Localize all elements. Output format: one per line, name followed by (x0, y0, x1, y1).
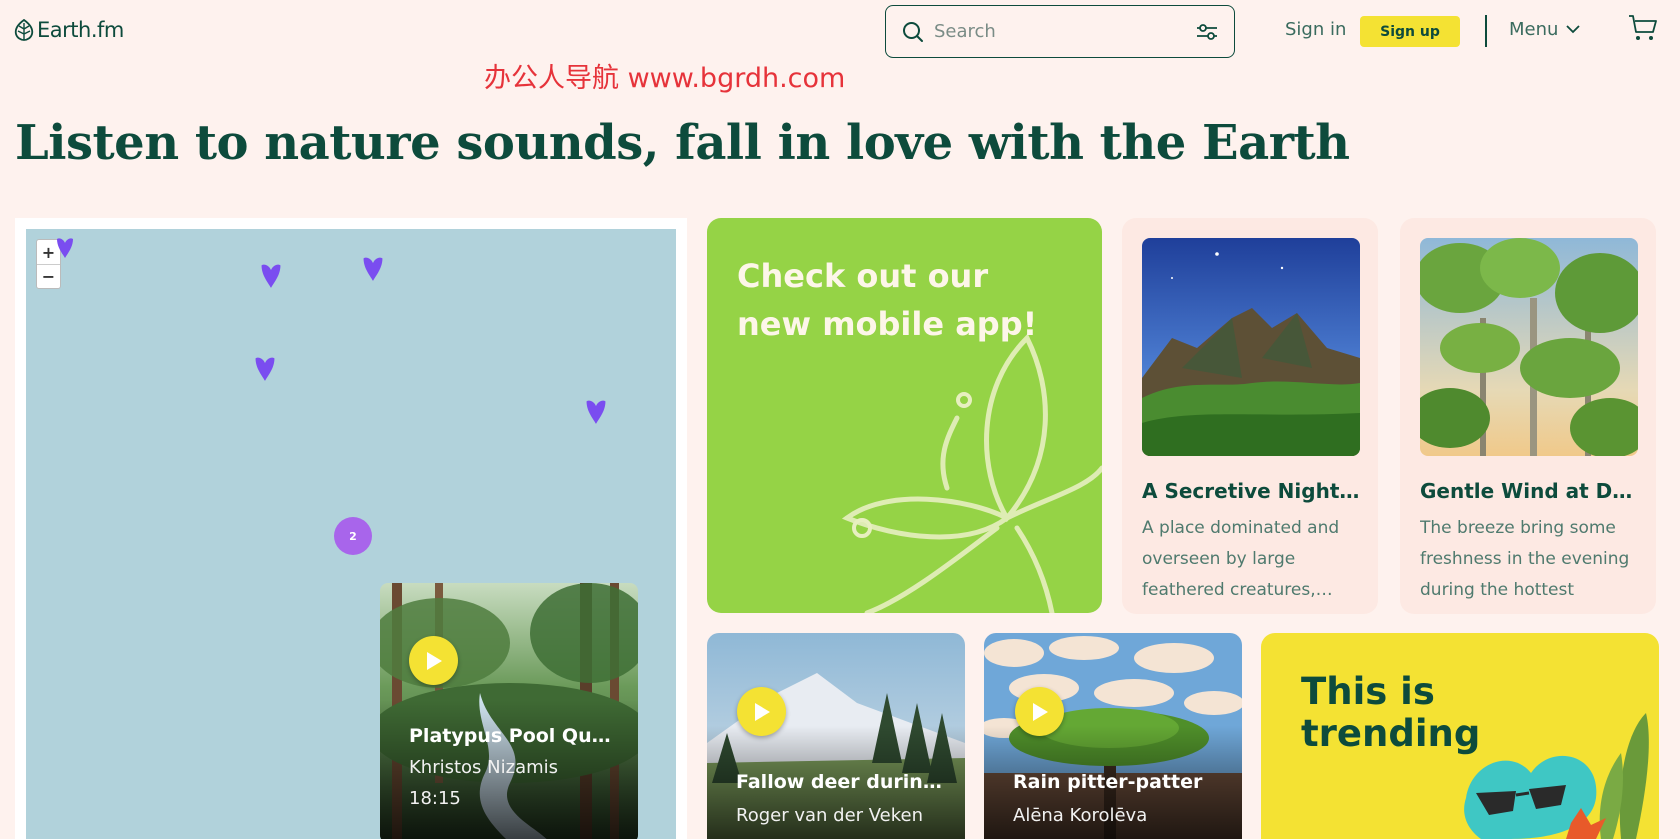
story-image (1142, 238, 1360, 456)
menu-label: Menu (1509, 19, 1559, 40)
track-author: Alēna Korolēva (1013, 805, 1148, 826)
map-track-card[interactable]: Platypus Pool Quie… Khristos Nizamis 18:… (380, 583, 638, 839)
search-bar (885, 5, 1235, 58)
cart-icon[interactable] (1628, 13, 1658, 43)
sign-up-button[interactable]: Sign up (1360, 16, 1460, 47)
sound-map[interactable]: + − 2 Platypus Pool Quie… Khristos Nizam… (26, 229, 676, 839)
zoom-out-button[interactable]: − (37, 264, 60, 288)
story-card[interactable]: A Secretive Night in a… A place dominate… (1122, 218, 1378, 614)
play-button[interactable] (737, 687, 786, 736)
trending-card[interactable]: This is trending (1261, 633, 1659, 839)
header-divider (1485, 15, 1487, 47)
map-pin-icon[interactable] (585, 399, 607, 425)
map-pin-icon[interactable] (254, 356, 276, 382)
search-input[interactable] (934, 21, 1196, 42)
track-author: Roger van der Veken (736, 805, 924, 826)
map-pin-icon[interactable] (260, 263, 282, 289)
play-button[interactable] (1015, 687, 1064, 736)
chevron-down-icon (1566, 25, 1581, 34)
leaf-logo-icon (14, 19, 34, 41)
play-icon (1032, 702, 1048, 721)
story-title: Gentle Wind at Dusk i… (1420, 479, 1640, 503)
story-card[interactable]: Gentle Wind at Dusk i… The breeze bring … (1400, 218, 1656, 614)
track-author: Khristos Nizamis (409, 757, 559, 778)
trending-line-2: trending (1301, 712, 1481, 755)
track-title: Platypus Pool Quie… (409, 725, 614, 747)
play-icon (426, 651, 442, 670)
promo-heading: Check out our new mobile app! (737, 257, 1038, 343)
search-icon (903, 21, 923, 42)
track-card[interactable]: Fallow deer during … Roger van der Veken (707, 633, 965, 839)
filter-icon[interactable] (1196, 22, 1218, 42)
map-pin-icon[interactable] (362, 256, 384, 282)
track-title: Rain pitter-patter (1013, 771, 1203, 793)
play-icon (754, 702, 770, 721)
watermark-text: 办公人导航 www.bgrdh.com (484, 63, 846, 94)
story-image (1420, 238, 1638, 456)
brand-name: Earth.fm (37, 18, 124, 42)
story-title: A Secretive Night in a… (1142, 479, 1362, 503)
track-duration: 18:15 (409, 788, 461, 809)
trending-heading: This is trending (1301, 671, 1480, 755)
story-description: A place dominated and overseen by large … (1142, 518, 1340, 600)
track-title: Fallow deer during … (736, 771, 946, 793)
page-headline: Listen to nature sounds, fall in love wi… (15, 115, 1350, 171)
brand-logo[interactable]: Earth.fm (14, 18, 124, 42)
story-description: The breeze bring some freshness in the e… (1420, 518, 1630, 600)
map-cluster-marker[interactable]: 2 (334, 517, 372, 555)
play-button[interactable] (409, 636, 458, 685)
mobile-app-promo[interactable]: Check out our new mobile app! (707, 218, 1102, 613)
track-card[interactable]: Rain pitter-patter Alēna Korolēva (984, 633, 1242, 839)
trees-dusk-artwork (1420, 238, 1638, 456)
sign-in-link[interactable]: Sign in (1285, 19, 1346, 40)
map-pin-icon[interactable] (56, 237, 74, 259)
menu-button[interactable]: Menu (1509, 19, 1581, 40)
trending-line-1: This is (1301, 670, 1435, 713)
mountain-night-artwork (1142, 238, 1360, 456)
